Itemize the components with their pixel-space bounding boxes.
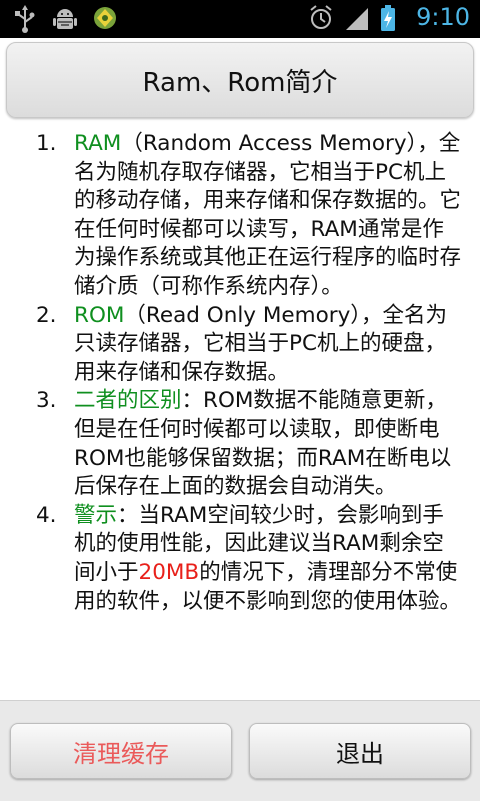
list-item-number: 3. [36, 388, 57, 414]
bottom-button-bar: 清理缓存 退出 [0, 700, 480, 801]
list-item-term: 二者的区别 [74, 388, 182, 414]
list-item-body: 二者的区别：ROM数据不能随意更新，但是在任何时候都可以读取，即使断电ROM也能… [74, 387, 462, 501]
content-area: 1. RAM（Random Access Memory），全名为随机存取存储器，… [0, 122, 480, 700]
list-item: 3. 二者的区别：ROM数据不能随意更新，但是在任何时候都可以读取，即使断电RO… [36, 387, 462, 501]
list-item-number: 2. [36, 302, 57, 328]
signal-icon [344, 4, 370, 30]
ram-threshold-value: 20MB [138, 559, 200, 585]
status-bar: 9:10 [0, 0, 480, 38]
clean-cache-button[interactable]: 清理缓存 [10, 723, 232, 779]
list-item-term: ROM [74, 302, 125, 328]
app-notification-icon [92, 5, 118, 31]
page-title: Ram、Rom简介 [6, 42, 474, 118]
status-time: 9:10 [416, 3, 470, 31]
list-item-number: 1. [36, 131, 57, 156]
info-list: 1. RAM（Random Access Memory），全名为随机存取存储器，… [36, 130, 462, 616]
battery-charging-icon [380, 4, 406, 31]
list-item-body: RAM（Random Access Memory），全名为随机存取存储器，它相当… [74, 130, 462, 302]
list-item-text: （Read Only Memory），全名为只读存储器，它相当于PC机上的硬盘，… [74, 302, 448, 385]
list-item-body: ROM（Read Only Memory），全名为只读存储器，它相当于PC机上的… [74, 302, 462, 388]
alarm-icon [308, 4, 334, 30]
android-debug-icon [52, 5, 78, 31]
list-item-body: 警示：当RAM空间较少时，会影响到手机的使用性能，因此建议当RAM剩余空间小于2… [74, 502, 462, 616]
status-left-icons [12, 5, 118, 33]
usb-icon [12, 5, 38, 33]
list-item-text: （Random Access Memory），全名为随机存取存储器，它相当于PC… [74, 131, 462, 299]
status-right-icons: 9:10 [308, 3, 470, 31]
list-item-number: 4. [36, 502, 57, 528]
list-item-term: 警示 [74, 502, 118, 528]
list-item: 1. RAM（Random Access Memory），全名为随机存取存储器，… [36, 130, 462, 302]
list-item: 4. 警示：当RAM空间较少时，会影响到手机的使用性能，因此建议当RAM剩余空间… [36, 502, 462, 616]
list-item-term: RAM [74, 131, 122, 156]
exit-button[interactable]: 退出 [249, 723, 471, 779]
header: Ram、Rom简介 [0, 38, 480, 122]
list-item: 2. ROM（Read Only Memory），全名为只读存储器，它相当于PC… [36, 302, 462, 388]
